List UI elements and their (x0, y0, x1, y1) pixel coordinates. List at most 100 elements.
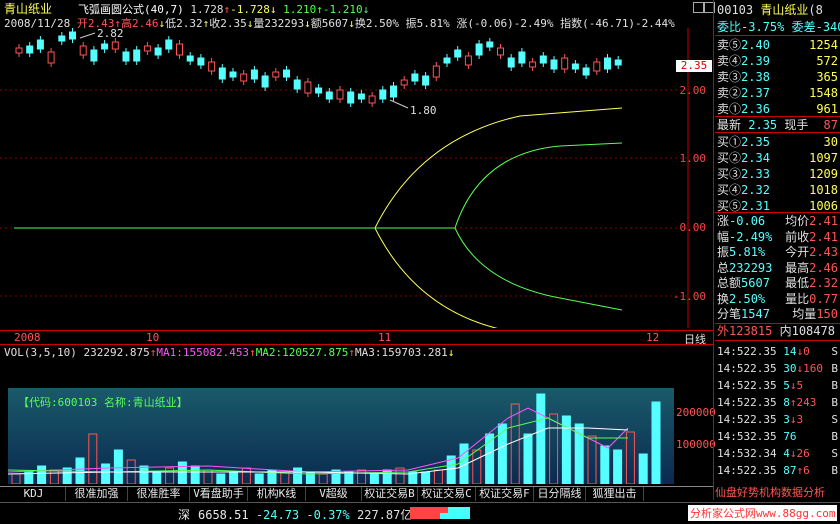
candle (58, 35, 66, 42)
candle (26, 45, 34, 54)
tick-row: 14:522.35 3↓3 S (717, 413, 838, 426)
candle (208, 61, 216, 72)
tick-row: 14:532.35 76 B (717, 430, 838, 443)
candle (79, 45, 87, 56)
volume-bar (433, 469, 443, 485)
volume-bar (625, 431, 635, 485)
tick-row: 14:522.35 30↓160 B (717, 362, 838, 375)
volume-bar (113, 449, 123, 485)
vol-ma2: MA2:120527.875 (255, 346, 349, 359)
tick-row: 14:522.35 14↓0 S (717, 345, 838, 358)
indicator-tab[interactable]: 权证交易B (362, 487, 418, 501)
candle (518, 51, 526, 64)
candle (486, 41, 494, 48)
volume-bar (318, 473, 328, 485)
candle (604, 57, 611, 70)
sidebar-footer: 仙盘好势机构数据分析 (715, 486, 840, 499)
tick-row: 14:522.35 87↑6 B (717, 464, 838, 477)
candle (411, 73, 419, 82)
volume-bar (369, 473, 379, 485)
candle (240, 73, 248, 82)
yellow-arc-upper (374, 107, 623, 229)
candle (593, 61, 601, 72)
indicator-tab[interactable]: 权证交易F (476, 487, 534, 501)
volume-ma-line (7, 427, 629, 475)
market-change: -24.73 (255, 508, 300, 522)
inner-volume: 内108478 (779, 324, 835, 338)
candle (250, 69, 258, 80)
candle (176, 43, 183, 56)
status-bar: 深 6658.51 -24.73 -0.37% 227.87亿 分析家公式网ww… (0, 502, 840, 524)
high-marker-line (79, 32, 96, 39)
price-chart[interactable] (0, 28, 713, 328)
outer-inner-row: 外123815 内108478 (717, 322, 840, 340)
y-tick: 2.00 (679, 84, 707, 97)
volume-bar (421, 471, 431, 485)
candle (283, 69, 290, 78)
candle (347, 91, 355, 104)
volume-bar (88, 433, 98, 485)
volume-bar (177, 461, 187, 485)
candle (293, 79, 301, 90)
vol-value: 232292.875 (83, 346, 150, 359)
candle (571, 63, 579, 70)
volume-ma-line (7, 407, 629, 473)
volume-header: VOL(3,5,10) 232292.875↑MA1:155082.453↑MA… (4, 346, 455, 359)
indicator-tab[interactable]: 机构K线(修 (248, 487, 306, 514)
vol-box-text: 【代码:600103 名称:青山纸业】 (18, 396, 188, 409)
candle (475, 43, 483, 56)
x-tick: 2008 (14, 331, 41, 344)
volume-bar (241, 467, 251, 485)
volume-bar (613, 449, 623, 485)
candle (101, 43, 109, 50)
bid-diff: 委差-340 (791, 20, 840, 34)
volume-bar (254, 473, 264, 485)
candle (122, 51, 130, 62)
panel-separator (713, 0, 714, 500)
volume-bar (549, 413, 559, 485)
candle (90, 49, 98, 62)
volume-bar (497, 423, 507, 485)
indicator-tab[interactable]: KDJ (2, 487, 66, 501)
candle (614, 59, 622, 66)
indicator-tab[interactable]: 很准胜率 (128, 487, 190, 501)
candle (390, 85, 397, 98)
volume-bar (280, 471, 290, 485)
indicator-tab[interactable]: 权证交易C (418, 487, 476, 501)
volume-bar (638, 453, 648, 485)
tick-row: 14:522.35 5↓5 B (717, 379, 838, 392)
candle (529, 61, 537, 68)
candle (229, 71, 237, 78)
indicator-tab[interactable]: 很准加强 (66, 487, 128, 501)
volume-bar (152, 471, 162, 485)
candle (218, 67, 226, 80)
x-tick: 12 (646, 331, 660, 344)
volume-bar (37, 465, 47, 485)
high-mark-label: 2.82 (97, 27, 124, 40)
market-label: 深 (178, 508, 191, 522)
candle (111, 41, 119, 50)
candle (15, 47, 23, 54)
chart-panel[interactable]: 青山纸业 飞弧画圆公式(40,7) 1.728↑-1.728↓ 1.210↑-1… (0, 0, 716, 514)
indicator-tab[interactable]: V看盘助手 (190, 487, 248, 501)
market-pct: -0.37% (306, 508, 350, 522)
tick-row: 14:522.35 8↑243 B (717, 396, 838, 409)
volume-bar (523, 433, 533, 485)
volume-bar (229, 471, 239, 485)
candle (165, 39, 173, 50)
candle (143, 45, 151, 52)
candle (368, 95, 376, 104)
volume-bar (216, 473, 226, 485)
candle (357, 93, 365, 100)
indicator-tab[interactable]: 日分隔线 (534, 487, 586, 501)
x-tick: 10 (146, 331, 160, 344)
candle (133, 49, 141, 62)
candle (186, 55, 194, 62)
volume-bar (536, 393, 546, 485)
y-tick: -1.00 (672, 290, 706, 303)
stat-row: 分笔1547 150 均量 (717, 307, 838, 321)
indicator-tab[interactable]: 狐狸出击 (586, 487, 644, 501)
settings-box-icon[interactable] (693, 2, 704, 13)
stock-code: 00103 (717, 3, 754, 17)
indicator-tab[interactable]: V超级MACD (306, 487, 362, 514)
